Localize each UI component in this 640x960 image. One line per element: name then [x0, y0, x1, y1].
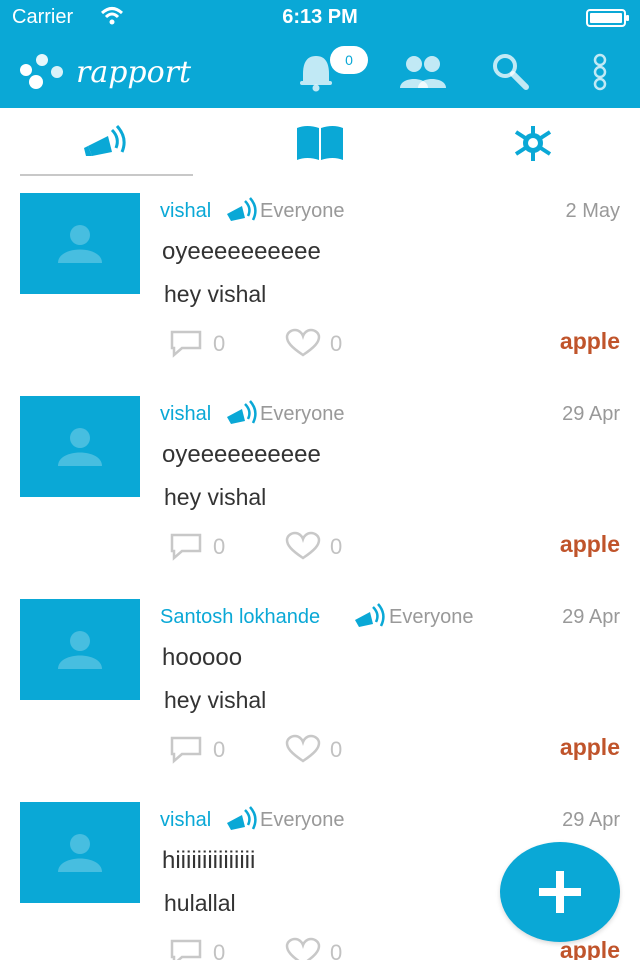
- tab-book[interactable]: [213, 108, 426, 176]
- tab-network[interactable]: [426, 108, 639, 176]
- more-options-icon[interactable]: [586, 50, 614, 94]
- post-body: hey vishal: [164, 687, 267, 713]
- heart-icon[interactable]: [285, 734, 321, 764]
- heart-icon[interactable]: [285, 937, 321, 960]
- post-author[interactable]: Santosh lokhande: [160, 606, 320, 629]
- avatar[interactable]: [20, 193, 140, 294]
- nav-bar: rapport 0: [0, 36, 640, 108]
- post-date: 2 May: [565, 200, 620, 222]
- comment-icon[interactable]: [168, 937, 204, 960]
- megaphone-icon: [227, 197, 257, 221]
- battery-icon: [586, 9, 629, 27]
- post-title: hiiiiiiiiiiiiiii: [162, 847, 256, 874]
- hub-icon: [514, 126, 552, 161]
- notification-badge[interactable]: 0: [330, 46, 368, 74]
- rapport-logo[interactable]: rapport: [12, 48, 212, 96]
- post-author[interactable]: vishal: [160, 403, 211, 426]
- post-date: 29 Apr: [562, 606, 620, 628]
- post-card[interactable]: vishal Everyone 29 Apr oyeeeeeeeeee hey …: [0, 379, 640, 584]
- post-title: hooooo: [162, 644, 243, 671]
- heart-icon[interactable]: [285, 328, 321, 358]
- post-card[interactable]: vishal Everyone 2 May oyeeeeeeeeee hey v…: [0, 176, 640, 381]
- people-icon[interactable]: [396, 50, 450, 94]
- comment-icon[interactable]: [168, 328, 204, 358]
- megaphone-icon: [227, 806, 257, 830]
- post-body: hey vishal: [164, 281, 267, 307]
- user-placeholder-icon: [58, 428, 102, 466]
- status-bar: Carrier 6:13 PM: [0, 0, 640, 36]
- megaphone-icon: [227, 400, 257, 424]
- heart-icon[interactable]: [285, 531, 321, 561]
- logo-text: rapport: [76, 55, 192, 90]
- post-date: 29 Apr: [562, 809, 620, 831]
- post-audience: Everyone: [260, 809, 345, 831]
- megaphone-icon: [84, 124, 126, 156]
- comment-icon[interactable]: [168, 531, 204, 561]
- avatar[interactable]: [20, 396, 140, 497]
- post-title: oyeeeeeeeeee: [162, 441, 321, 468]
- clock-time: 6:13 PM: [282, 6, 358, 28]
- search-icon[interactable]: [488, 50, 532, 94]
- post-feed[interactable]: vishal Everyone 2 May oyeeeeeeeeee hey v…: [0, 176, 640, 960]
- post-tag[interactable]: apple: [560, 531, 620, 558]
- comment-count: 0: [213, 940, 226, 960]
- comment-count: 0: [213, 534, 226, 559]
- tab-announcements[interactable]: [0, 108, 213, 178]
- post-audience: Everyone: [260, 403, 345, 425]
- book-icon: [297, 126, 343, 160]
- comment-icon[interactable]: [168, 734, 204, 764]
- post-tag[interactable]: apple: [560, 734, 620, 761]
- plus-icon: [539, 871, 581, 913]
- post-audience: Everyone: [260, 200, 345, 222]
- post-body: hey vishal: [164, 484, 267, 510]
- post-card[interactable]: Santosh lokhande Everyone 29 Apr hooooo …: [0, 582, 640, 787]
- like-count: 0: [330, 534, 343, 559]
- post-author[interactable]: vishal: [160, 200, 211, 223]
- app-screen: Carrier 6:13 PM rapport 0 vishal Everyon…: [0, 0, 640, 960]
- header-bar: Carrier 6:13 PM rapport 0: [0, 0, 640, 108]
- post-tag[interactable]: apple: [560, 328, 620, 355]
- comment-count: 0: [213, 331, 226, 356]
- user-placeholder-icon: [58, 834, 102, 872]
- tab-bar: [0, 108, 640, 178]
- like-count: 0: [330, 940, 343, 960]
- post-title: oyeeeeeeeeee: [162, 238, 321, 265]
- post-body: hulallal: [164, 890, 236, 916]
- avatar[interactable]: [20, 802, 140, 903]
- comment-count: 0: [213, 737, 226, 762]
- post-date: 29 Apr: [562, 403, 620, 425]
- user-placeholder-icon: [58, 631, 102, 669]
- megaphone-icon: [355, 603, 385, 627]
- post-author[interactable]: vishal: [160, 809, 211, 832]
- user-placeholder-icon: [58, 225, 102, 263]
- like-count: 0: [330, 737, 343, 762]
- avatar[interactable]: [20, 599, 140, 700]
- add-post-button[interactable]: [500, 842, 620, 942]
- post-audience: Everyone: [389, 606, 474, 628]
- like-count: 0: [330, 331, 343, 356]
